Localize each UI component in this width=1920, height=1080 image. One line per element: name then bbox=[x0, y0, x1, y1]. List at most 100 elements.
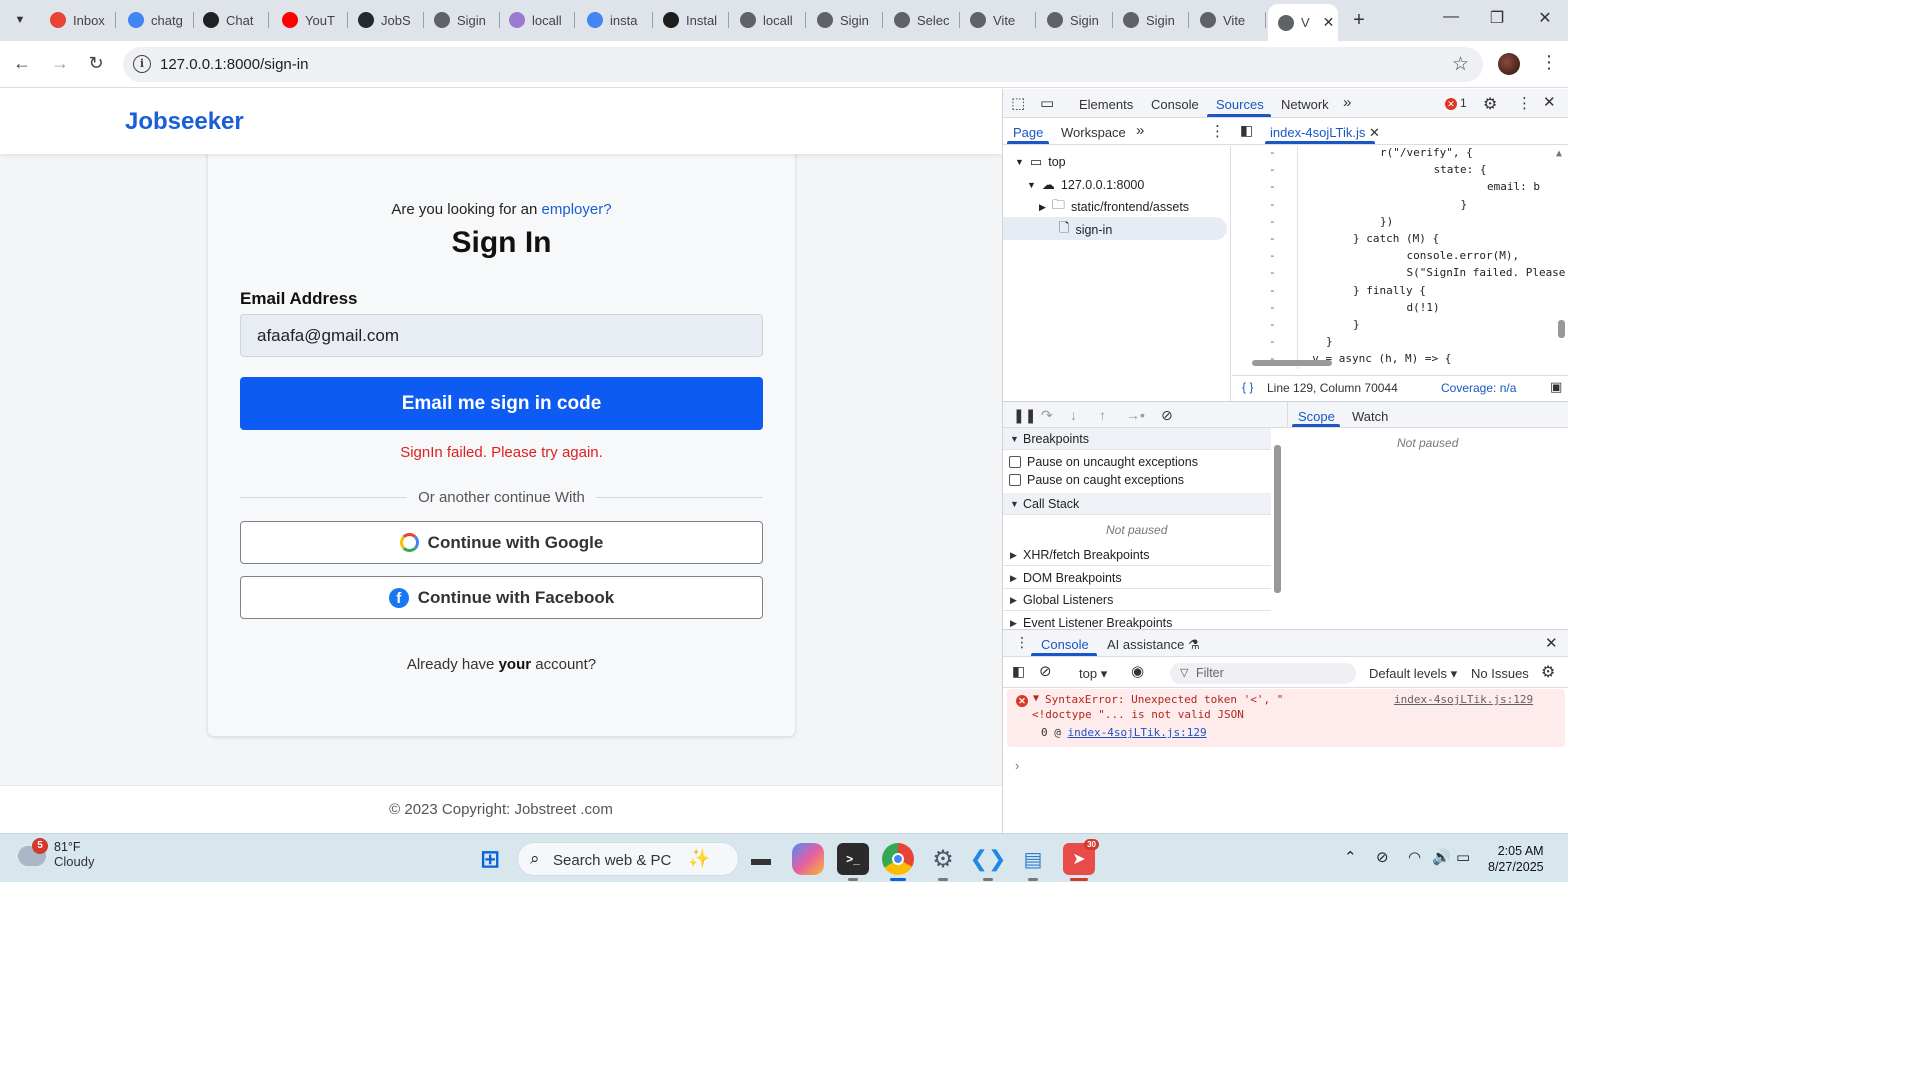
coverage-status[interactable]: Coverage: n/a bbox=[1441, 381, 1516, 395]
tree-file[interactable]: 🗋 sign-in bbox=[1059, 219, 1112, 241]
console-error-message[interactable]: ✕ ▼ SyntaxError: Unexpected token '<', "… bbox=[1007, 689, 1565, 747]
browser-tab[interactable]: Instal bbox=[653, 6, 725, 34]
address-bar[interactable]: i 127.0.0.1:8000/sign-in ☆ bbox=[123, 47, 1483, 82]
code-line[interactable]: -} finally { bbox=[1232, 284, 1568, 301]
volume-icon[interactable]: 🔊 bbox=[1432, 848, 1451, 866]
minimize-button[interactable]: — bbox=[1436, 8, 1466, 26]
clear-console-icon[interactable]: ⊘ bbox=[1039, 662, 1052, 680]
browser-tab[interactable]: Sigin bbox=[424, 6, 496, 34]
tab-sources[interactable]: Sources bbox=[1216, 97, 1264, 112]
issues-counter[interactable]: No Issues bbox=[1471, 666, 1529, 681]
task-view-icon[interactable]: ▬ bbox=[745, 843, 777, 875]
email-sign-in-code-button[interactable]: Email me sign in code bbox=[240, 377, 763, 430]
code-line[interactable]: - } bbox=[1232, 198, 1568, 215]
url-text[interactable]: 127.0.0.1:8000/sign-in bbox=[160, 56, 308, 73]
facebook-sign-in-button[interactable]: f Continue with Facebook bbox=[240, 576, 763, 619]
google-sign-in-button[interactable]: Continue with Google bbox=[240, 521, 763, 564]
system-clock[interactable]: 2:05 AM 8/27/2025 bbox=[1488, 843, 1544, 875]
code-line[interactable]: - state: { bbox=[1232, 163, 1568, 180]
close-file-icon[interactable]: ✕ bbox=[1369, 125, 1380, 140]
pause-uncaught-checkbox[interactable]: Pause on uncaught exceptions bbox=[1009, 453, 1198, 471]
browser-tab[interactable]: insta bbox=[577, 6, 649, 34]
browser-tab[interactable]: Vite bbox=[1190, 6, 1262, 34]
code-line[interactable]: - email: b bbox=[1232, 180, 1568, 197]
console-prompt-icon[interactable]: › bbox=[1015, 758, 1019, 773]
tree-folder[interactable]: ▶ 🗀 static/frontend/assets bbox=[1039, 196, 1189, 218]
reload-icon[interactable]: ↻ bbox=[84, 53, 108, 74]
browser-tab[interactable]: Sigin bbox=[807, 6, 879, 34]
close-devtools-icon[interactable]: ✕ bbox=[1543, 93, 1556, 111]
code-line[interactable]: -} bbox=[1232, 318, 1568, 335]
close-drawer-icon[interactable]: ✕ bbox=[1545, 634, 1558, 652]
tab-watch[interactable]: Watch bbox=[1352, 409, 1388, 424]
tray-chevron-up-icon[interactable]: ⌃ bbox=[1344, 848, 1357, 866]
site-brand-logo[interactable]: Jobseeker bbox=[125, 108, 244, 136]
telegram-icon[interactable]: ➤ 30 bbox=[1063, 839, 1099, 875]
code-line[interactable]: -} catch (M) { bbox=[1232, 232, 1568, 249]
browser-tab[interactable]: Sigin bbox=[1113, 6, 1185, 34]
vscode-icon[interactable]: ❮❯ bbox=[970, 843, 1007, 875]
deactivate-breakpoints-icon[interactable]: ⊘ bbox=[1161, 407, 1173, 424]
inspect-element-icon[interactable]: ⬚ bbox=[1011, 94, 1025, 112]
drawer-tab-ai-assistance[interactable]: AI assistance ⚗ bbox=[1107, 637, 1200, 653]
notepad-icon[interactable]: ▤ bbox=[1017, 843, 1049, 875]
more-nav-icon[interactable]: » bbox=[1136, 122, 1144, 139]
close-tab-icon[interactable]: ✕ bbox=[1323, 14, 1335, 31]
console-sidebar-icon[interactable]: ◧ bbox=[1012, 663, 1025, 680]
browser-tab[interactable]: locall bbox=[499, 6, 571, 34]
error-frame-link[interactable]: index-4sojLTik.js:129 bbox=[1068, 726, 1207, 739]
checkbox-icon[interactable] bbox=[1009, 474, 1021, 486]
browser-tab[interactable]: Vite bbox=[960, 6, 1032, 34]
code-horizontal-scrollbar[interactable] bbox=[1252, 360, 1332, 366]
browser-tab[interactable]: Inbox bbox=[40, 6, 112, 34]
forward-arrow-icon[interactable]: → bbox=[48, 53, 72, 74]
devtools-menu-icon[interactable]: ⋮ bbox=[1517, 94, 1532, 112]
code-line[interactable]: - S("SignIn failed. Please t bbox=[1232, 266, 1568, 283]
network-off-icon[interactable]: ⊘ bbox=[1376, 848, 1389, 866]
settings-gear-icon[interactable]: ⚙ bbox=[1483, 94, 1497, 114]
new-tab-button[interactable]: + bbox=[1348, 9, 1370, 31]
browser-tab[interactable]: JobS bbox=[348, 6, 420, 34]
global-listeners-header[interactable]: ▶ Global Listeners bbox=[1003, 589, 1271, 611]
code-line[interactable]: -} bbox=[1232, 335, 1568, 352]
terminal-icon[interactable]: >_ bbox=[837, 843, 869, 875]
step-out-icon[interactable]: ↑ bbox=[1099, 407, 1106, 423]
code-line[interactable]: -}) bbox=[1232, 215, 1568, 232]
console-filter-input[interactable]: ▽ Filter bbox=[1170, 663, 1356, 684]
code-editor[interactable]: - r("/verify", {- state: {- email: b- } -}… bbox=[1232, 146, 1568, 369]
pretty-print-icon[interactable]: { } bbox=[1242, 380, 1253, 394]
device-toolbar-icon[interactable]: ▭ bbox=[1040, 94, 1054, 112]
checkbox-icon[interactable] bbox=[1009, 456, 1021, 468]
tab-network[interactable]: Network bbox=[1281, 97, 1329, 112]
expand-arrow-icon[interactable]: ▼ bbox=[1033, 693, 1039, 704]
browser-tab[interactable]: locall bbox=[730, 6, 802, 34]
tree-origin[interactable]: ▼ ☁ 127.0.0.1:8000 bbox=[1027, 174, 1144, 196]
pause-caught-checkbox[interactable]: Pause on caught exceptions bbox=[1009, 471, 1184, 489]
close-window-button[interactable]: ✕ bbox=[1530, 8, 1560, 28]
site-info-icon[interactable]: i bbox=[133, 55, 151, 73]
windows-start-icon[interactable]: ⊞ bbox=[474, 843, 506, 875]
dom-breakpoints-header[interactable]: ▶ DOM Breakpoints bbox=[1003, 567, 1271, 589]
console-settings-icon[interactable]: ⚙ bbox=[1541, 662, 1555, 682]
settings-gear-icon[interactable]: ⚙ bbox=[927, 843, 959, 875]
code-vertical-scrollbar[interactable] bbox=[1558, 320, 1565, 338]
taskbar-search[interactable]: ⌕ Search web & PC ✨ bbox=[517, 842, 739, 876]
tab-console[interactable]: Console bbox=[1151, 97, 1199, 112]
browser-tab[interactable]: YouT bbox=[272, 6, 344, 34]
step-over-icon[interactable]: ↷ bbox=[1041, 407, 1053, 424]
copilot-icon[interactable] bbox=[792, 843, 824, 875]
browser-tab-active[interactable]: V ✕ bbox=[1268, 4, 1338, 41]
call-stack-header[interactable]: ▼ Call Stack bbox=[1003, 493, 1271, 515]
xhr-breakpoints-header[interactable]: ▶ XHR/fetch Breakpoints bbox=[1003, 544, 1271, 566]
open-file-tab[interactable]: index-4sojLTik.js ✕ bbox=[1270, 125, 1380, 141]
tree-top[interactable]: ▼ ▭ top bbox=[1015, 151, 1066, 173]
browser-tab[interactable]: Sigin bbox=[1037, 6, 1109, 34]
drawer-menu-icon[interactable]: ⋮ bbox=[1015, 634, 1029, 651]
bookmark-star-icon[interactable]: ☆ bbox=[1452, 53, 1469, 76]
code-line[interactable]: - console.error(M), bbox=[1232, 249, 1568, 266]
back-arrow-icon[interactable]: ← bbox=[10, 53, 34, 74]
tab-page[interactable]: Page bbox=[1013, 125, 1043, 140]
eye-icon[interactable]: ◉ bbox=[1131, 662, 1144, 680]
pause-icon[interactable]: ❚❚ bbox=[1013, 407, 1036, 424]
wifi-icon[interactable]: ◠ bbox=[1408, 848, 1421, 866]
